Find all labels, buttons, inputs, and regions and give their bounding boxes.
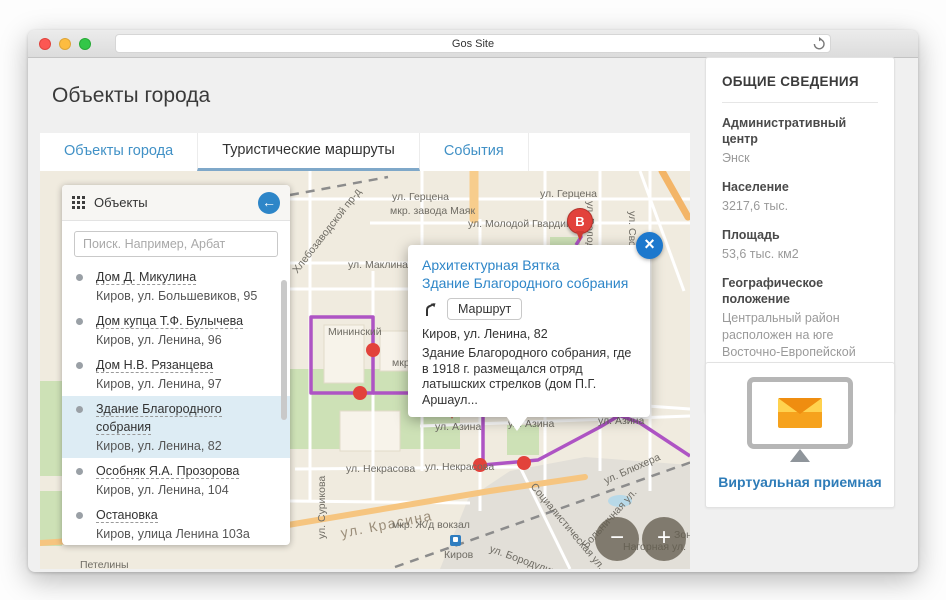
bullet-icon: [76, 274, 83, 281]
balloon-title-link[interactable]: Здание Благородного собрания: [422, 274, 636, 292]
object-title-link[interactable]: Дом Д. Микулина: [96, 270, 196, 285]
zoom-out-button[interactable]: −: [595, 517, 639, 561]
virtual-reception-card[interactable]: Виртуальная приемная: [705, 362, 895, 508]
balloon-address: Киров, ул. Ленина, 82: [422, 327, 636, 341]
browser-window: Gos Site Объекты города Объекты города Т…: [28, 30, 918, 572]
object-address: Киров, улица Ленина 103а: [96, 526, 276, 542]
page-title: Объекты города: [52, 84, 210, 108]
maximize-window-button[interactable]: [79, 38, 91, 50]
window-controls: [39, 38, 91, 50]
refresh-icon[interactable]: [812, 37, 826, 51]
back-arrow-icon[interactable]: ←: [258, 192, 280, 214]
monitor-mail-icon: [747, 377, 853, 449]
object-address: Киров, ул. Ленина, 104: [96, 482, 276, 498]
tab-tourist-routes[interactable]: Туристические маршруты: [197, 133, 420, 171]
field-label: Население: [722, 179, 878, 195]
object-title-link[interactable]: Остановка: [96, 508, 158, 523]
field-label: Площадь: [722, 227, 878, 243]
map-street-label: ул. Герцена: [392, 191, 449, 203]
object-address: Киров, ул. Ленина, 97: [96, 376, 276, 392]
bullet-icon: [76, 406, 83, 413]
map-street-label: ул. Некрасова: [346, 463, 415, 475]
station-icon: [450, 535, 461, 546]
tab-events[interactable]: События: [420, 133, 529, 171]
field-value: 3217,6 тыс.: [722, 198, 878, 215]
general-info-card: ОБЩИЕ СВЕДЕНИЯ Административный центр Эн…: [705, 57, 895, 414]
general-info-title: ОБЩИЕ СВЕДЕНИЯ: [722, 74, 878, 89]
browser-chrome: Gos Site: [28, 30, 918, 58]
field-label: Географическое положение: [722, 275, 878, 307]
object-title-link[interactable]: Дом Н.В. Рязанцева: [96, 358, 213, 373]
list-item[interactable]: Дом купца Т.Ф. Булычева Киров, ул. Ленин…: [62, 308, 290, 352]
envelope-icon: [778, 398, 822, 428]
bullet-icon: [76, 318, 83, 325]
map-street-label: ул. Маклина: [348, 259, 408, 271]
map-street-label: ул. Герцена: [540, 188, 597, 200]
scrollbar-thumb[interactable]: [281, 280, 287, 420]
field-label: Административный центр: [722, 115, 878, 147]
route-button[interactable]: Маршрут: [447, 298, 522, 320]
bullet-icon: [76, 468, 83, 475]
list-item[interactable]: Особняк Я.А. Прозорова Киров, ул. Ленина…: [62, 458, 290, 502]
tab-bar: Объекты города Туристические маршруты Со…: [40, 133, 690, 171]
object-address: Киров, ул. Ленина, 82: [96, 438, 276, 454]
bullet-icon: [76, 362, 83, 369]
address-bar[interactable]: Gos Site: [115, 34, 831, 53]
objects-panel: Объекты ← Дом Д. Микулина Киров, ул. Бол…: [62, 185, 290, 545]
object-title-link[interactable]: Особняк Я.А. Прозорова: [96, 464, 239, 479]
map-street-label: ул. Некрасова: [425, 461, 494, 473]
map-street-label: ул. Сурикова: [316, 476, 328, 539]
map-city-label: Киров: [444, 549, 473, 561]
map-street-label: мкр. Ж/д вокзал: [392, 519, 470, 531]
map-marker-b[interactable]: B: [567, 208, 593, 234]
grid-icon: [72, 196, 85, 209]
bullet-icon: [76, 512, 83, 519]
object-title-link[interactable]: Здание Благородного собрания: [96, 402, 222, 435]
map-street-label: мкр. завода Маяк: [390, 205, 475, 217]
object-title-link[interactable]: Дом купца Т.Ф. Булычева: [96, 314, 243, 329]
list-item[interactable]: Остановка Киров, улица Ленина 103а: [62, 502, 290, 545]
zoom-in-button[interactable]: +: [642, 517, 686, 561]
route-icon: [422, 301, 438, 317]
list-item[interactable]: Дом Н.В. Рязанцева Киров, ул. Ленина, 97: [62, 352, 290, 396]
map-street-label: Мининский: [328, 326, 382, 338]
objects-panel-title: Объекты: [94, 195, 249, 210]
close-icon[interactable]: ×: [636, 232, 663, 259]
balloon-description: Здание Благородного собрания, где в 1918…: [422, 346, 636, 408]
minimize-window-button[interactable]: [59, 38, 71, 50]
object-address: Киров, ул. Большевиков, 95: [96, 288, 276, 304]
map-street-label: ул. Молодой Гвардии: [468, 218, 572, 230]
map-street-label: ул. Азина: [435, 421, 481, 433]
objects-panel-header: Объекты ←: [62, 185, 290, 221]
search-input[interactable]: [74, 231, 278, 257]
list-item[interactable]: Дом Д. Микулина Киров, ул. Большевиков, …: [62, 264, 290, 308]
monitor-stand: [790, 449, 810, 462]
object-address: Киров, ул. Ленина, 96: [96, 332, 276, 348]
list-item-selected[interactable]: Здание Благородного собрания Киров, ул. …: [62, 396, 290, 458]
close-window-button[interactable]: [39, 38, 51, 50]
divider: [722, 102, 878, 103]
page-url-title: Gos Site: [452, 38, 494, 50]
map-street-label: Петелины: [80, 559, 129, 569]
tab-city-objects[interactable]: Объекты города: [40, 133, 197, 171]
balloon-category-link[interactable]: Архитектурная Вятка: [422, 256, 636, 274]
map[interactable]: ул. Герцена мкр. завода Маяк ул. Молодой…: [40, 171, 690, 569]
map-balloon: × Архитектурная Вятка Здание Благородног…: [408, 245, 650, 417]
field-value: Энск: [722, 150, 878, 167]
field-value: 53,6 тыс. км2: [722, 246, 878, 263]
virtual-reception-link[interactable]: Виртуальная приемная: [716, 474, 884, 490]
objects-list: Дом Д. Микулина Киров, ул. Большевиков, …: [62, 264, 290, 545]
